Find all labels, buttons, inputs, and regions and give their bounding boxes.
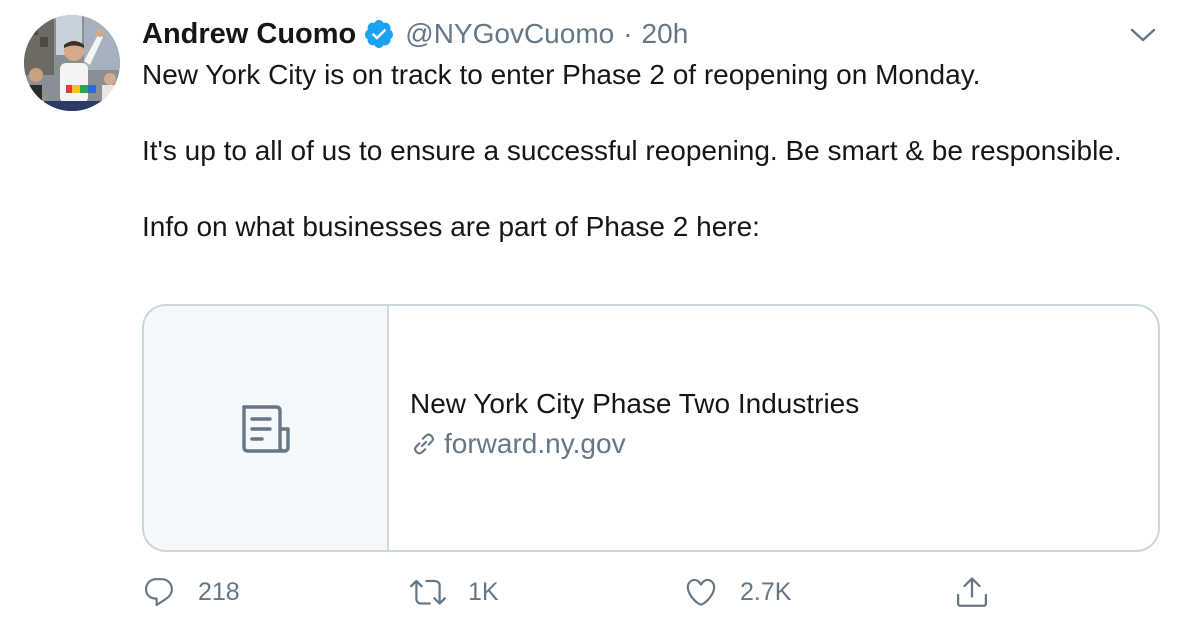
tweet-actions: 218 1K 2.7K — [0, 570, 1184, 614]
retweet-count: 1K — [468, 577, 499, 606]
card-domain-text: forward.ny.gov — [444, 428, 626, 459]
author-handle[interactable]: @NYGovCuomo — [405, 18, 614, 50]
author-name[interactable]: Andrew Cuomo — [142, 18, 356, 51]
tweet-paragraph: New York City is on track to enter Phase… — [142, 59, 981, 90]
link-icon — [414, 433, 434, 455]
reply-count: 218 — [198, 577, 240, 606]
share-icon — [957, 577, 987, 607]
tweet-paragraph: It's up to all of us to ensure a success… — [142, 135, 1122, 166]
card-media — [144, 306, 389, 550]
share-button[interactable] — [954, 570, 990, 614]
tweet-paragraph: Info on what businesses are part of Phas… — [142, 211, 760, 242]
card-title: New York City Phase Two Industries — [410, 388, 860, 419]
reply-button[interactable]: 218 — [142, 570, 240, 614]
retweet-button[interactable]: 1K — [410, 570, 499, 614]
verified-badge-icon — [363, 18, 395, 50]
avatar[interactable] — [24, 15, 120, 111]
like-button[interactable]: 2.7K — [684, 570, 791, 614]
tweet-header: Andrew Cuomo @NYGovCuomo · 20h — [142, 14, 688, 54]
tweet-timestamp[interactable]: 20h — [642, 18, 689, 50]
avatar-image — [24, 15, 120, 111]
like-count: 2.7K — [740, 577, 792, 606]
tweet-text: New York City is on track to enter Phase… — [142, 56, 1142, 246]
header-separator: · — [623, 18, 633, 49]
document-icon — [241, 405, 290, 453]
reply-icon — [144, 578, 173, 607]
card-domain: forward.ny.gov — [410, 428, 859, 460]
chevron-down-icon[interactable] — [1128, 22, 1158, 48]
retweet-icon — [410, 579, 446, 605]
heart-icon — [686, 578, 716, 606]
card-body: New York City Phase Two Industries forwa… — [410, 388, 859, 460]
link-card[interactable]: New York City Phase Two Industries forwa… — [142, 304, 1160, 552]
